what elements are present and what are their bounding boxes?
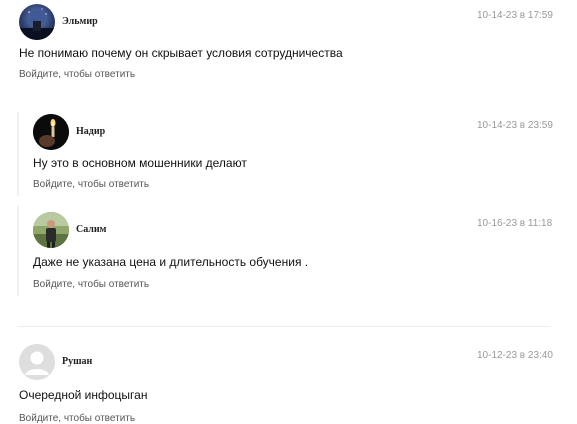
avatar[interactable] (33, 212, 69, 248)
comment-divider (17, 326, 551, 327)
author-name[interactable]: Салим (76, 224, 107, 235)
author-name[interactable]: Надир (76, 126, 105, 137)
login-to-reply-link[interactable]: Войдите, чтобы ответить (33, 279, 559, 290)
comment-header: Надир 10-14-23 в 23:59 (33, 114, 559, 152)
default-user-icon (19, 344, 55, 380)
comment-text: Ну это в основном мошенники делают (33, 156, 247, 170)
comment: Надир 10-14-23 в 23:59 Ну это в основном… (33, 114, 559, 190)
avatar[interactable] (33, 114, 69, 150)
comment-header: Рушан 10-12-23 в 23:40 (19, 344, 559, 382)
avatar[interactable] (19, 4, 55, 40)
comment-header: Эльмир 10-14-23 в 17:59 (19, 4, 559, 42)
comment-header: Салим 10-16-23 в 11:18 (33, 212, 559, 250)
person-outdoor-icon (33, 212, 69, 248)
avatar[interactable] (19, 344, 55, 380)
login-to-reply-link[interactable]: Войдите, чтобы ответить (33, 179, 559, 190)
author-name[interactable]: Эльмир (62, 16, 98, 27)
thread-line (17, 112, 19, 196)
comment-date: 10-14-23 в 17:59 (477, 10, 553, 21)
comment: Рушан 10-12-23 в 23:40 Очередной инфоцыг… (19, 344, 559, 424)
login-to-reply-link[interactable]: Войдите, чтобы ответить (19, 413, 559, 424)
author-name[interactable]: Рушан (62, 356, 92, 367)
comment-date: 10-12-23 в 23:40 (477, 350, 553, 361)
comment: Салим 10-16-23 в 11:18 Даже не указана ц… (33, 212, 559, 290)
night-sky-icon (19, 8, 55, 40)
comment-date: 10-14-23 в 23:59 (477, 120, 553, 131)
comment: Эльмир 10-14-23 в 17:59 Не понимаю почем… (19, 4, 559, 80)
comment-text: Даже не указана цена и длительность обуч… (33, 255, 309, 269)
login-to-reply-link[interactable]: Войдите, чтобы ответить (19, 69, 559, 80)
comment-text: Очередной инфоцыган (19, 388, 148, 402)
thread-line (17, 206, 19, 296)
comment-date: 10-16-23 в 11:18 (477, 218, 553, 229)
comment-text: Не понимаю почему он скрывает условия со… (19, 46, 343, 60)
candle-icon (33, 114, 69, 150)
